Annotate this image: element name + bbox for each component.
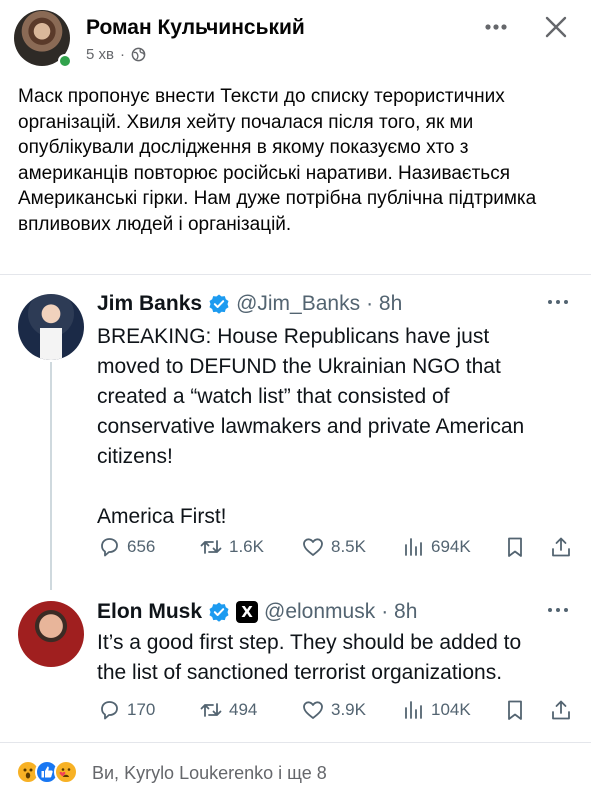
views-chart-icon [405,538,422,556]
tweet-more-icon[interactable] [545,297,571,307]
reply-icon [101,701,118,720]
tweet-body-line: conservative lawmakers and private Ameri… [97,415,525,438]
like-button[interactable]: 3.9K [301,698,366,722]
tweet-header: Jim Banks @Jim_Banks · 8h [97,292,402,316]
tweet-time[interactable]: · 8h [366,292,402,316]
share-icon[interactable] [549,698,573,722]
retweet-icon [200,703,222,717]
retweet-count: 494 [229,700,258,719]
post-author-name[interactable]: Роман Кульчинський [86,16,305,40]
tweet-body-line: BREAKING: House Republicans have just [97,325,490,348]
reaction-icons[interactable] [16,760,78,784]
care-reaction-icon [54,760,78,784]
post-text: Маск пропонує внести Тексти до списку те… [18,86,537,235]
tweet-avatar[interactable] [18,294,84,360]
tweet-body-line: America First! [97,505,227,528]
like-count: 3.9K [331,700,366,719]
x-affiliate-badge-icon: X [236,601,259,623]
verified-badge-icon [209,294,229,314]
thread-connector [50,362,52,590]
more-horizontal-icon[interactable] [481,16,511,38]
views-button[interactable]: 104K [401,698,471,722]
tweet-body-line: the list of sanctioned terrorist organiz… [97,661,503,684]
heart-icon [303,701,323,719]
post-header: Роман Кульчинський 5 хв · [0,0,591,76]
post-time[interactable]: 5 хв [86,46,114,63]
bookmark-icon[interactable] [503,698,527,722]
divider [0,274,591,275]
tweet-author-name[interactable]: Jim Banks [97,292,202,316]
retweet-button[interactable]: 1.6K [199,535,264,559]
tweet-header: Elon Musk X @elonmusk · 8h [97,600,417,624]
like-button[interactable]: 8.5K [301,535,366,559]
tweet-body-line: It’s a good first step. They should be a… [97,631,522,654]
reply-count: 170 [127,700,156,719]
tweet-body-line: created a “watch list” that consisted of [97,385,450,408]
globe-icon [131,47,146,62]
share-icon[interactable] [549,535,573,559]
tweet-more-icon[interactable] [545,605,571,615]
tweet-body-line: moved to DEFUND the Ukrainian NGO that [97,355,501,378]
verified-badge-icon [209,602,229,622]
like-count: 8.5K [331,537,366,556]
tweet-actions: 656 1.6K 8.5K 694K [97,535,577,563]
views-button[interactable]: 694K [401,535,471,559]
tweet-avatar[interactable] [18,601,84,667]
divider [0,742,591,743]
heart-icon [303,538,323,556]
reply-button[interactable]: 170 [97,698,155,722]
tweet-body-line: citizens! [97,445,173,468]
reply-button[interactable]: 656 [97,535,155,559]
tweet-body: BREAKING: House Republicans have just mo… [97,322,581,532]
tweet-handle[interactable]: @elonmusk [264,600,375,624]
close-icon[interactable] [541,12,571,42]
reply-icon [101,538,118,557]
retweet-count: 1.6K [229,537,264,556]
views-chart-icon [405,701,422,719]
tweet-author-name[interactable]: Elon Musk [97,600,202,624]
post-meta: 5 хв · [86,46,146,63]
bookmark-icon[interactable] [503,535,527,559]
tweet-actions: 170 494 3.9K 104K [97,698,577,726]
tweet-handle[interactable]: @Jim_Banks [236,292,360,316]
tweet-body: It’s a good first step. They should be a… [97,628,581,688]
retweet-button[interactable]: 494 [199,698,257,722]
retweet-icon [200,540,222,554]
reply-count: 656 [127,537,156,556]
meta-separator: · [119,46,125,63]
reaction-summary[interactable]: Ви, Kyrylo Loukerenko і ще 8 [92,763,327,784]
online-status-icon [58,54,72,68]
views-count: 104K [431,700,471,719]
views-count: 694K [431,537,471,556]
tweet-time[interactable]: · 8h [381,600,417,624]
